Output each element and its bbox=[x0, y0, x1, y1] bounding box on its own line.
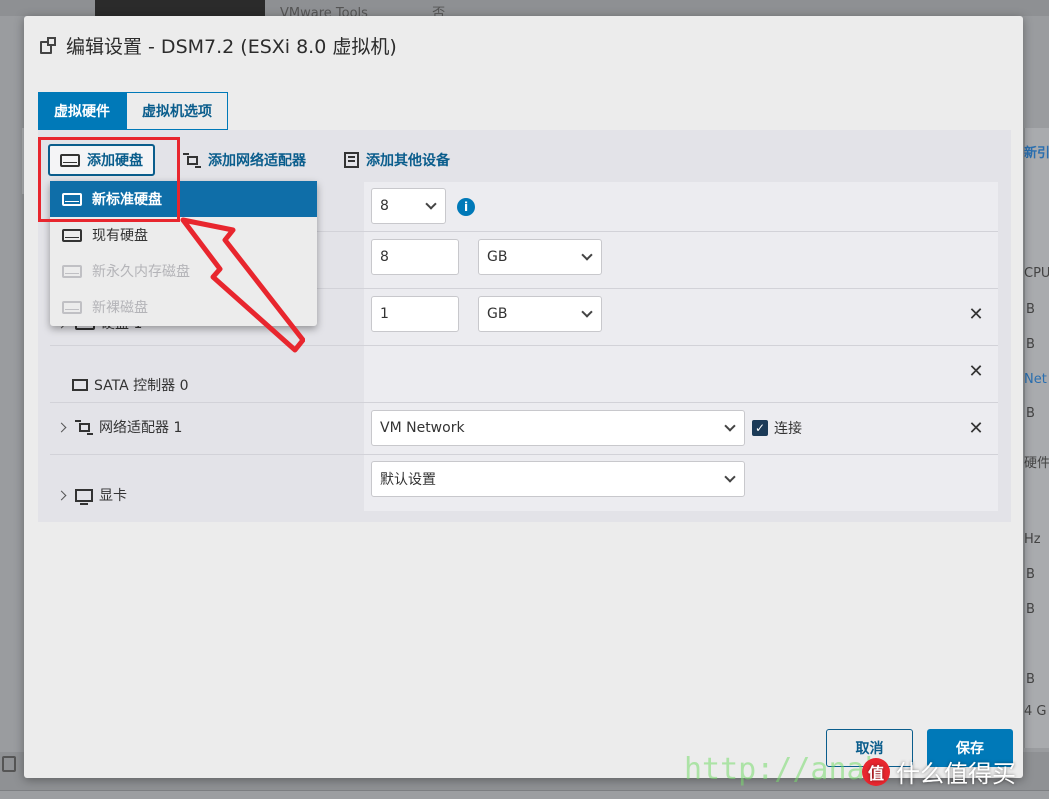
menu-item-label: 新裸磁盘 bbox=[92, 300, 148, 316]
watermark-url: http://anah bbox=[684, 752, 883, 787]
dialog-title-text: 编辑设置 - DSM7.2 (ESXi 8.0 虚拟机) bbox=[66, 36, 397, 58]
row-label-cell: 网络适配器 1 bbox=[50, 403, 364, 454]
network-adapter-icon bbox=[75, 419, 93, 435]
monitor-icon bbox=[75, 488, 93, 505]
disk-unit-value: GB bbox=[487, 306, 508, 322]
cpu-count-value: 8 bbox=[380, 198, 389, 214]
chevron-down-icon bbox=[581, 306, 593, 318]
menu-item-label: 现有硬盘 bbox=[92, 228, 148, 244]
background-right-text: Net bbox=[1024, 372, 1047, 387]
background-right-text: CPU bbox=[1024, 266, 1049, 281]
background-right-text: B bbox=[1026, 672, 1035, 687]
hardware-row-display: 显卡 默认设置 bbox=[50, 455, 998, 511]
memory-unit-value: GB bbox=[487, 249, 508, 265]
background-right-text: B bbox=[1026, 567, 1035, 582]
row-value-cell: VM Network ✓ 连接 ✕ bbox=[364, 403, 998, 454]
annotation-highlight-box bbox=[38, 137, 180, 222]
chevron-down-icon bbox=[425, 198, 437, 210]
tab-virtual-hardware[interactable]: 虚拟硬件 bbox=[38, 92, 126, 130]
background-table-header bbox=[0, 790, 1049, 799]
watermark-site-name: 什么值得买 bbox=[896, 760, 1016, 788]
hardware-row-network: 网络适配器 1 VM Network ✓ 连接 ✕ bbox=[50, 403, 998, 455]
chevron-right-icon bbox=[56, 490, 67, 500]
edit-vm-icon bbox=[40, 36, 58, 55]
sata-label: SATA 控制器 0 bbox=[94, 378, 189, 394]
disk-unit-select[interactable]: GB bbox=[478, 296, 602, 332]
sata-row-label: SATA 控制器 0 bbox=[72, 375, 189, 395]
remove-sata-icon[interactable]: ✕ bbox=[968, 361, 984, 382]
hard-disk-icon bbox=[62, 228, 82, 242]
network-row-label[interactable]: 网络适配器 1 bbox=[56, 417, 183, 437]
background-right-text: B bbox=[1026, 602, 1035, 617]
display-row-label[interactable]: 显卡 bbox=[56, 485, 127, 505]
row-value-cell: 8 i bbox=[364, 182, 998, 231]
background-right-text: 新引 bbox=[1024, 146, 1049, 161]
row-value-cell: 1 GB ✕ bbox=[364, 289, 998, 345]
network-label: 网络适配器 1 bbox=[99, 420, 183, 436]
device-list-icon bbox=[344, 152, 359, 168]
tab-bar: 虚拟硬件 虚拟机选项 bbox=[38, 92, 228, 130]
display-label: 显卡 bbox=[99, 488, 127, 504]
hard-disk-icon bbox=[62, 300, 82, 314]
clipboard-icon bbox=[2, 756, 16, 772]
controller-icon bbox=[72, 379, 88, 391]
chevron-right-icon bbox=[56, 422, 67, 432]
chevron-down-icon bbox=[724, 420, 736, 432]
network-adapter-icon bbox=[183, 152, 201, 168]
network-select[interactable]: VM Network bbox=[371, 410, 745, 446]
info-icon[interactable]: i bbox=[457, 198, 475, 216]
memory-size-input[interactable]: 8 bbox=[371, 239, 459, 275]
connect-checkbox[interactable]: ✓ bbox=[752, 420, 768, 436]
background-console-thumbnail bbox=[95, 0, 265, 16]
background-right-panel bbox=[1024, 128, 1049, 748]
remove-disk-icon[interactable]: ✕ bbox=[968, 304, 984, 325]
connect-label: 连接 bbox=[774, 421, 802, 437]
watermark-site: 值 什么值得买 bbox=[862, 754, 1016, 789]
row-value-cell: 默认设置 bbox=[364, 455, 998, 511]
background-right-text: 硬件 bbox=[1024, 456, 1049, 471]
add-other-device-label: 添加其他设备 bbox=[366, 153, 450, 169]
row-value-cell: 8 GB bbox=[364, 232, 998, 288]
display-value: 默认设置 bbox=[380, 472, 436, 488]
background-right-text: B bbox=[1026, 302, 1035, 317]
background-right-text: Hz bbox=[1024, 532, 1041, 547]
dialog-title: 编辑设置 - DSM7.2 (ESXi 8.0 虚拟机) bbox=[40, 32, 397, 59]
edit-settings-dialog: 编辑设置 - DSM7.2 (ESXi 8.0 虚拟机) 虚拟硬件 虚拟机选项 … bbox=[24, 16, 1023, 778]
add-network-adapter-label: 添加网络适配器 bbox=[208, 153, 306, 169]
disk-size-input[interactable]: 1 bbox=[371, 296, 459, 332]
connect-checkbox-group: ✓ 连接 bbox=[752, 418, 802, 438]
chevron-down-icon bbox=[724, 471, 736, 483]
display-select[interactable]: 默认设置 bbox=[371, 461, 745, 497]
remove-network-icon[interactable]: ✕ bbox=[968, 418, 984, 439]
memory-unit-select[interactable]: GB bbox=[478, 239, 602, 275]
background-right-text: 4 G bbox=[1024, 704, 1047, 719]
row-value-cell: ✕ bbox=[364, 346, 998, 402]
annotation-arrow bbox=[180, 217, 305, 353]
cpu-count-select[interactable]: 8 bbox=[371, 188, 446, 224]
add-network-adapter-button[interactable]: 添加网络适配器 bbox=[173, 144, 316, 176]
site-logo-icon: 值 bbox=[862, 757, 890, 786]
chevron-down-icon bbox=[581, 249, 593, 261]
background-right-text: B bbox=[1026, 337, 1035, 352]
add-other-device-button[interactable]: 添加其他设备 bbox=[334, 144, 460, 176]
background-right-text: B bbox=[1026, 406, 1035, 421]
memory-disk-icon bbox=[62, 264, 82, 278]
row-label-cell: 显卡 bbox=[50, 455, 364, 511]
network-value: VM Network bbox=[380, 420, 465, 436]
tab-vm-options[interactable]: 虚拟机选项 bbox=[126, 92, 228, 130]
